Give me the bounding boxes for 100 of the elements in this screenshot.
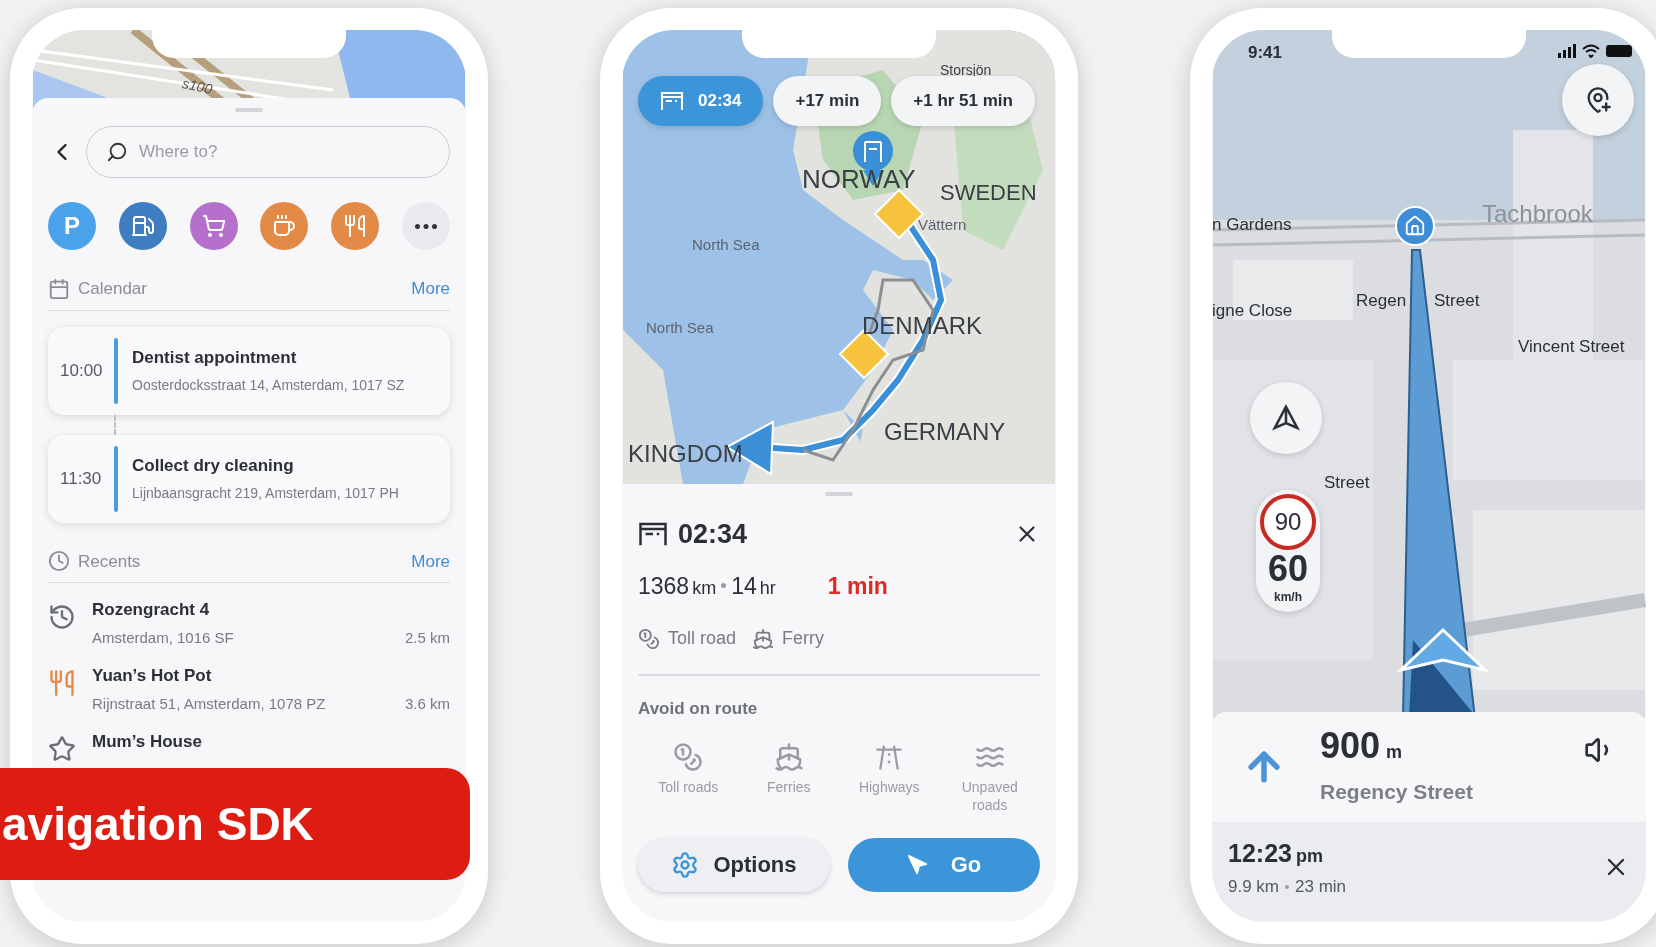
place-distance: 2.5 km — [405, 627, 450, 648]
sheet-handle — [235, 108, 263, 112]
event-time: 11:30 — [60, 467, 103, 490]
event-accent-bar — [114, 337, 118, 404]
recent-item[interactable]: Mum’s House — [48, 729, 450, 763]
cup-icon — [272, 214, 297, 238]
house-icon — [1404, 215, 1426, 237]
event-time: 10:00 — [60, 359, 104, 382]
navigation-arrow-icon — [906, 853, 929, 876]
category-button[interactable] — [118, 202, 167, 250]
category-button[interactable] — [331, 202, 380, 250]
route-distance: 1368 km — [638, 571, 717, 601]
pyramid-icon — [1271, 403, 1301, 433]
event-address: Lijnbaansgracht 219, Amsterdam, 1017 PH — [132, 483, 399, 503]
speed-unit: km/h — [1274, 589, 1302, 606]
event-card[interactable]: 10:00 Dentist appointment Oosterdocksstraat 14, Amsterdam, 1017 SZ — [48, 326, 450, 415]
settings-icon — [671, 850, 700, 879]
maneuver-distance: 900 m — [1320, 726, 1404, 769]
go-button[interactable]: Go — [848, 837, 1040, 892]
section-title: Recents — [78, 550, 141, 573]
star-icon — [48, 735, 76, 763]
route-feature: Toll road — [668, 627, 737, 650]
more-icon — [415, 223, 437, 229]
remaining-distance: 9.9 km — [1228, 876, 1280, 898]
history-icon — [48, 603, 76, 631]
wifi-icon — [1582, 44, 1600, 58]
avoid-option[interactable]: Highways — [839, 741, 940, 814]
current-speed: 60 — [1267, 550, 1308, 588]
map-label: GERMANY — [884, 417, 1006, 447]
clock-icon — [48, 550, 70, 573]
map-label: Vättern — [918, 215, 967, 235]
map-label: Vincent Street — [1518, 336, 1625, 358]
calendar-icon — [48, 277, 70, 300]
coins-icon — [638, 627, 660, 650]
event-card[interactable]: 11:30 Collect dry cleaning Lijnbaansgracht 219, Amsterdam, 1017 PH — [48, 434, 450, 523]
speed-limit-sign: 90 — [1260, 494, 1316, 550]
fork-knife-icon — [48, 669, 76, 697]
map-label: Street — [1324, 472, 1370, 494]
category-button[interactable] — [402, 202, 450, 250]
event-title: Collect dry cleaning — [132, 455, 295, 478]
remaining-time: 23 min — [1295, 876, 1347, 898]
place-address: Rijnstraat 51, Amsterdam, 1078 PZ — [92, 693, 326, 714]
avoid-option[interactable]: Toll roads — [638, 741, 739, 814]
place-address: Amsterdam, 1016 SF — [92, 627, 234, 648]
map-label: n Gardens — [1212, 214, 1292, 236]
category-button[interactable] — [189, 202, 238, 250]
section-title: Avoid on route — [638, 698, 759, 720]
dot-separator — [1285, 884, 1290, 889]
battery-icon — [1606, 45, 1632, 57]
event-accent-bar — [114, 445, 118, 512]
route-duration: 14 hr — [731, 571, 776, 601]
category-button[interactable] — [260, 202, 309, 250]
map-label: Street — [1434, 290, 1480, 312]
signal-icon — [1558, 44, 1576, 58]
ship-icon — [773, 741, 804, 772]
coins-icon — [673, 741, 704, 772]
avoid-option[interactable]: Unpaved roads — [939, 741, 1040, 814]
finish-gate-icon — [638, 521, 668, 548]
dot-separator — [721, 583, 727, 589]
status-time: 9:41 — [1248, 42, 1283, 64]
place-distance: 3.6 km — [405, 693, 450, 714]
map-label: igne Close — [1212, 300, 1293, 322]
event-title: Dentist appointment — [132, 347, 298, 370]
route-option-chip[interactable]: +17 min — [773, 76, 882, 126]
delay-time: 1 min — [827, 571, 888, 601]
more-link[interactable]: More — [411, 276, 450, 302]
title-banner: avigation SDK — [0, 768, 470, 880]
place-name: Yuan’s Hot Pot — [92, 665, 213, 687]
avoid-option[interactable]: Ferries — [738, 741, 839, 814]
sheet-handle — [825, 492, 853, 496]
search-icon — [106, 141, 128, 163]
route-option-chip[interactable]: +1 hr 51 min — [891, 76, 1035, 126]
options-button[interactable]: Options — [638, 837, 830, 892]
street-name: Regency Street — [1320, 779, 1474, 806]
fuel-pump-icon — [130, 214, 155, 238]
map-label: North Sea — [692, 235, 760, 255]
arrival-time: 12:23 pm — [1228, 837, 1324, 869]
map-label: Tachbrook — [1482, 199, 1593, 229]
category-button[interactable]: P — [48, 202, 96, 250]
map-label: Regen — [1356, 290, 1407, 312]
map-label: s100 — [180, 74, 215, 99]
place-name: Mum’s House — [92, 731, 203, 753]
route-feature: Ferry — [782, 627, 825, 650]
event-address: Oosterdocksstraat 14, Amsterdam, 1017 SZ — [132, 375, 405, 395]
finish-gate-icon — [660, 91, 684, 111]
map-label: NORWAY — [802, 163, 916, 196]
map-label: SWEDEN — [940, 179, 1037, 207]
recent-item[interactable]: Rozengracht 4 Amsterdam, 1016 SF 2.5 km — [48, 597, 450, 649]
place-name: Rozengracht 4 — [92, 599, 211, 621]
cart-icon — [201, 214, 226, 238]
section-title: Calendar — [78, 278, 147, 300]
recent-item[interactable]: Yuan’s Hot Pot Rijnstraat 51, Amsterdam, 1078 PZ 3.6 km — [48, 663, 450, 715]
more-link[interactable]: More — [411, 548, 450, 574]
map-label: KINGDOM — [628, 439, 743, 469]
fork-knife-icon — [343, 214, 368, 238]
ship-icon — [752, 627, 775, 650]
map-label: North Sea — [646, 318, 714, 338]
route-option-chip[interactable]: 02:34 — [638, 76, 764, 126]
search-field[interactable]: Where to? — [86, 126, 450, 178]
eta-time: 02:34 — [678, 518, 748, 551]
